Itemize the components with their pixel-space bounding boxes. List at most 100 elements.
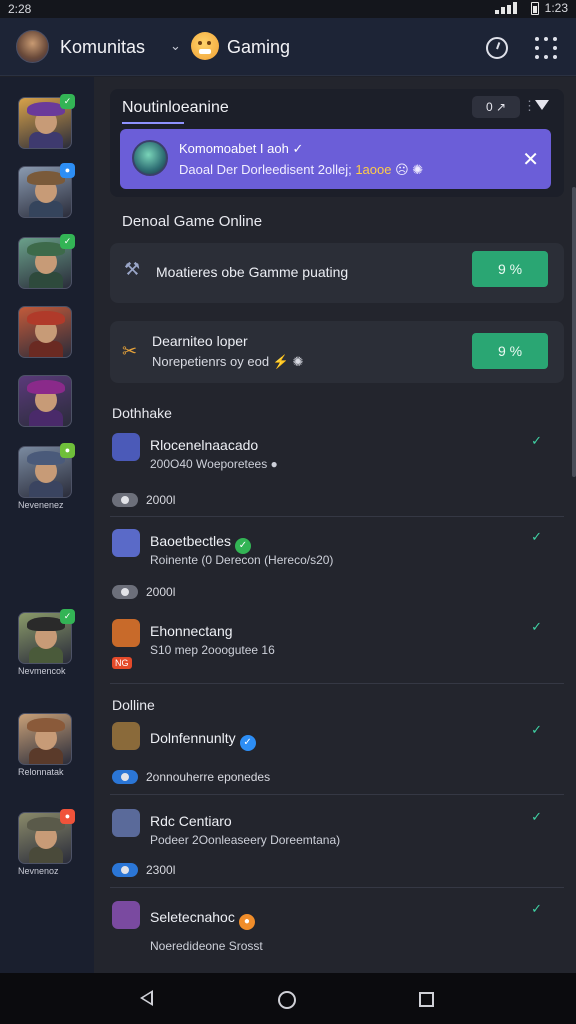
close-icon[interactable]: ✕ xyxy=(522,147,539,172)
list-item-meta: 2onnouherre eponedes xyxy=(146,770,271,784)
list-item[interactable]: Ehonnectang S10 mep 2ooogutee 16 NG ✓ xyxy=(110,619,564,684)
game-card-subtitle: Norepetienrs oy eod ⚡ ✺ xyxy=(152,354,304,369)
section-heading-online: Denoal Game Online xyxy=(122,213,263,230)
sidebar-item-label: Nevmencok xyxy=(18,666,66,676)
join-percentage-button[interactable]: 9 % xyxy=(472,251,548,287)
list-item-subtitle: 200O40 Woeporetees ● xyxy=(150,457,278,471)
check-icon[interactable]: ✓ xyxy=(531,529,542,545)
check-icon[interactable]: ✓ xyxy=(531,433,542,449)
banner-highlight: 1aooe xyxy=(355,162,392,177)
sidebar-item-label: Relonnatak xyxy=(18,767,64,777)
sidebar-item[interactable]: ● Nevenenez xyxy=(18,443,75,510)
game-icon xyxy=(112,619,140,647)
main-content: Noutinloeanine 0 ↗ ⋮ Komomoabet I aoh ✓ … xyxy=(94,77,576,973)
status-badge: ✓ xyxy=(60,234,75,249)
notifications-title: Noutinloeanine xyxy=(122,99,229,116)
sidebar-item[interactable] xyxy=(18,375,73,429)
sidebar-item[interactable] xyxy=(18,306,73,360)
signal-icon xyxy=(494,2,525,14)
status-badge: ✓ xyxy=(60,609,75,624)
hat-shape xyxy=(27,380,65,394)
toggle-pill[interactable] xyxy=(112,493,138,507)
verified-badge-icon: ✓ xyxy=(234,538,251,554)
clock-icon[interactable] xyxy=(486,37,508,59)
game-avatar xyxy=(18,306,72,358)
home-icon[interactable] xyxy=(278,991,296,1009)
check-icon[interactable]: ✓ xyxy=(531,809,542,825)
notification-banner[interactable]: Komomoabet I aoh ✓ Daoal Der Dorleedisen… xyxy=(120,129,551,189)
community-avatar[interactable] xyxy=(16,30,49,63)
divider xyxy=(110,683,564,684)
new-tag: NG xyxy=(112,657,132,669)
game-card-name: Moatieres obe Gamme puating xyxy=(156,264,349,280)
sidebar-item[interactable]: Relonnatak xyxy=(18,713,73,777)
list-item[interactable]: Rdc Centiaro Podeer 2Oonleaseery Doreemt… xyxy=(110,809,564,888)
sidebar-item[interactable]: ✓ xyxy=(18,94,75,151)
body-shape xyxy=(29,847,63,863)
status-bar: 2:28 1:23 xyxy=(0,0,576,18)
check-icon[interactable]: ✓ xyxy=(531,901,542,917)
list-item-meta: 2300l xyxy=(146,863,176,877)
top-bar: Komunitas ⌄ Gaming xyxy=(0,18,576,76)
body-shape xyxy=(29,272,63,288)
list-item[interactable]: Dolnfennunlty ✓ 2onnouherre eponedes ✓ xyxy=(110,722,564,796)
status-time: 2:28 xyxy=(8,2,32,16)
crossed-tools-icon: ✂ xyxy=(122,341,138,361)
hat-shape xyxy=(27,718,65,732)
sidebar-item-label: Nevenenez xyxy=(18,500,64,510)
list-item-name: Rlocenelnaacado xyxy=(150,437,259,453)
sidebar-item[interactable]: ● xyxy=(18,163,75,220)
list-item-name: Baoetbectles ✓ xyxy=(150,533,251,554)
list-item-name: Seletecnahoc ● xyxy=(150,909,255,930)
game-online-card[interactable]: ⚒ Moatieres obe Gamme puating 9 % xyxy=(110,243,564,303)
list-item-subtitle: Roinente (0 Derecon (Hereco/s20) xyxy=(150,553,334,567)
check-icon[interactable]: ✓ xyxy=(531,722,542,738)
join-percentage-button[interactable]: 9 % xyxy=(472,333,548,369)
toggle-pill[interactable] xyxy=(112,770,138,784)
sidebar-item[interactable]: ● Nevnenoz xyxy=(18,809,75,876)
scrollbar[interactable] xyxy=(572,187,576,477)
sidebar-item[interactable]: ✓ Nevmencok xyxy=(18,609,75,676)
game-icon xyxy=(112,809,140,837)
grid-menu-icon[interactable] xyxy=(535,37,557,59)
filter-icon[interactable] xyxy=(535,100,549,110)
hat-shape xyxy=(27,311,65,325)
chevron-down-icon[interactable]: ⌄ xyxy=(170,38,181,54)
game-icon xyxy=(112,529,140,557)
community-subtitle: Gaming xyxy=(227,37,291,57)
divider xyxy=(110,516,564,517)
community-title[interactable]: Komunitas xyxy=(60,37,145,58)
list-item-subtitle: S10 mep 2ooogutee 16 xyxy=(150,643,275,657)
list-item-name: Ehonnectang xyxy=(150,623,233,639)
status-right-text: 1:23 xyxy=(544,1,568,15)
check-icon[interactable]: ✓ xyxy=(531,619,542,635)
body-shape xyxy=(29,748,63,764)
verified-badge-icon: ✓ xyxy=(239,735,256,751)
game-online-card[interactable]: ✂ Dearniteo loper Norepetienrs oy eod ⚡ … xyxy=(110,321,564,383)
body-shape xyxy=(29,341,63,357)
sidebar-item-label: Nevnenoz xyxy=(18,866,59,876)
body-shape xyxy=(29,132,63,148)
sidebar-item[interactable]: ✓ xyxy=(18,234,75,291)
toggle-pill[interactable] xyxy=(112,585,138,599)
tab-indicator xyxy=(122,122,184,124)
body-shape xyxy=(29,201,63,217)
toggle-pill[interactable] xyxy=(112,863,138,877)
grimace-emoji-icon xyxy=(191,32,219,60)
list-item[interactable]: Baoetbectles ✓ Roinente (0 Derecon (Herec… xyxy=(110,529,564,613)
status-badge-icon: ● xyxy=(238,914,255,930)
game-icon xyxy=(112,722,140,750)
game-icon xyxy=(112,433,140,461)
game-avatar xyxy=(18,375,72,427)
back-icon[interactable] xyxy=(140,990,153,1006)
banner-title: Komomoabet I aoh ✓ xyxy=(179,141,304,156)
list-item-subtitle: Podeer 2Oonleaseery Doreemtana) xyxy=(150,833,341,847)
status-badge: ● xyxy=(60,443,75,458)
status-badge: ● xyxy=(60,163,75,178)
list-item[interactable]: Rlocenelnaacado 200O40 Woeporetees ● 200… xyxy=(110,433,564,517)
notifications-control[interactable]: 0 ↗ xyxy=(472,96,520,118)
recent-apps-icon[interactable] xyxy=(419,992,434,1007)
body-shape xyxy=(29,647,63,663)
body-shape xyxy=(29,410,63,426)
list-item[interactable]: Seletecnahoc ● Noeredideone Srosst ✓ xyxy=(110,901,564,961)
